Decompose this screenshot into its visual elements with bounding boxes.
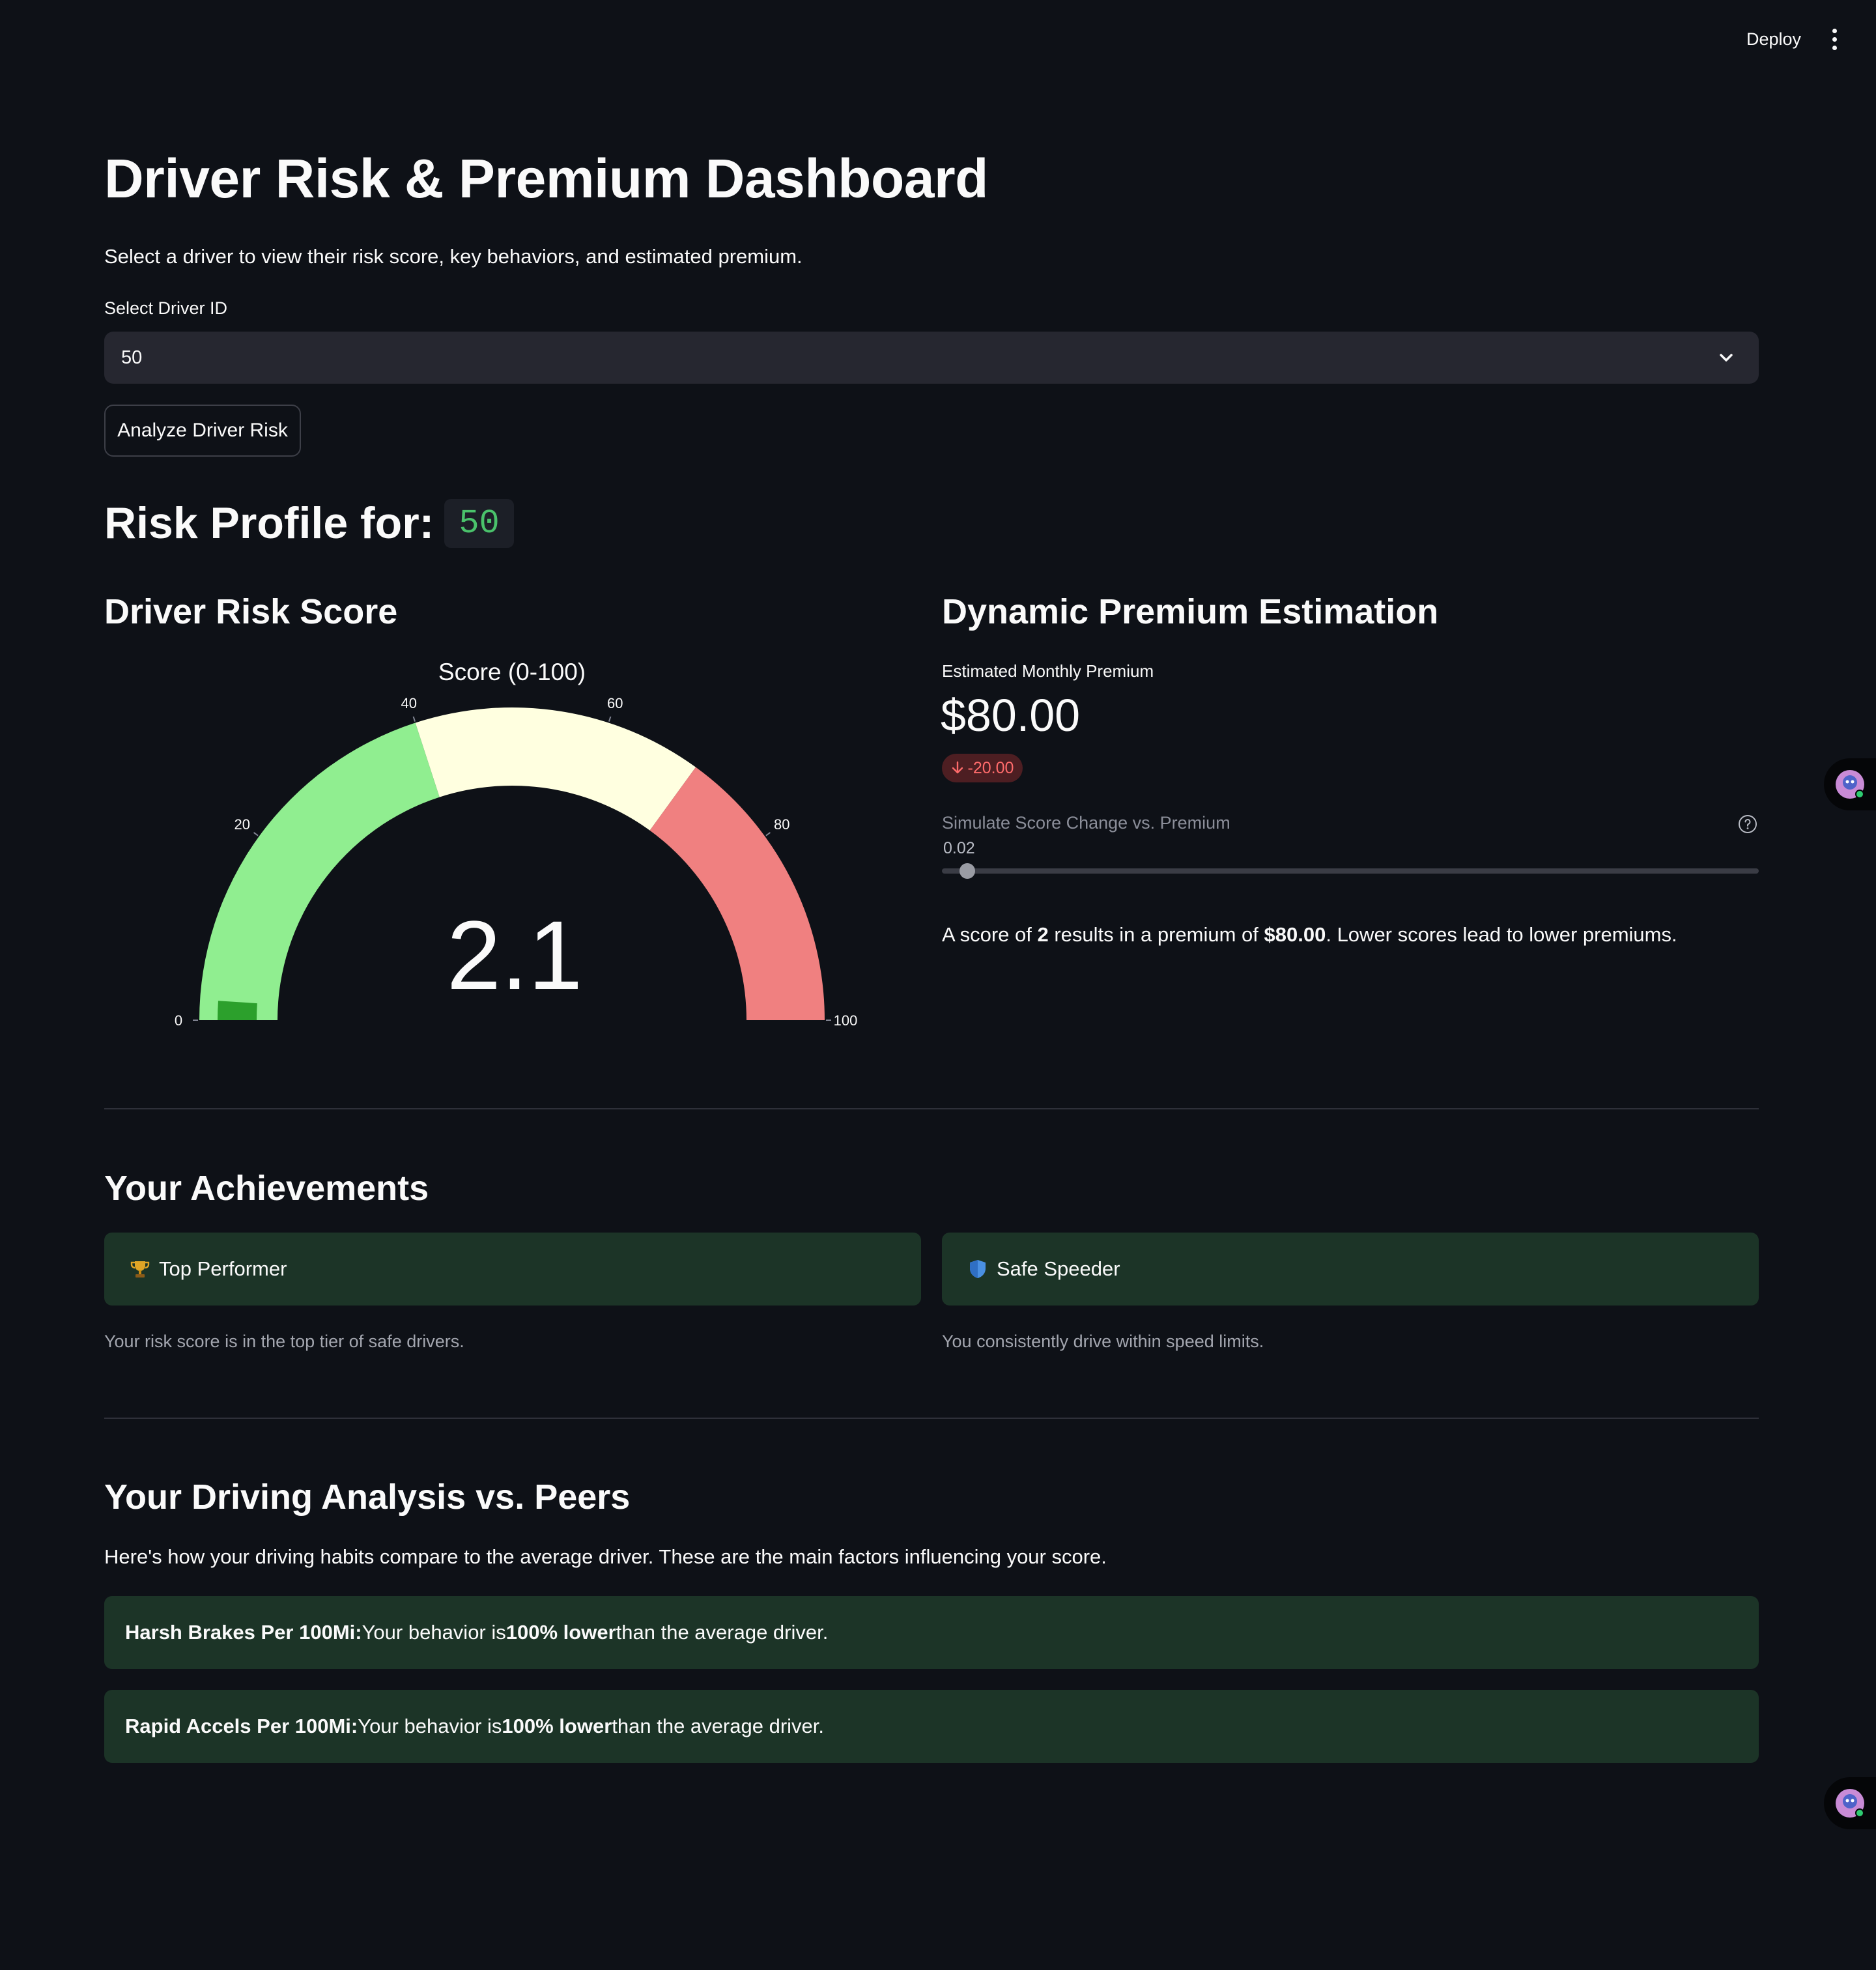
peer-text: Your behavior is xyxy=(362,1621,506,1644)
premium-summary-score: 2 xyxy=(1037,923,1049,946)
analyze-driver-risk-button[interactable]: Analyze Driver Risk xyxy=(104,405,301,457)
peer-text: than the average driver. xyxy=(616,1621,829,1644)
peers-intro: Here's how your driving habits compare t… xyxy=(104,1545,1107,1568)
peer-comparison-row: Rapid Accels Per 100Mi: Your behavior is… xyxy=(104,1690,1759,1763)
trophy-icon xyxy=(130,1261,150,1278)
premium-summary-text-2: results in a premium of xyxy=(1048,923,1264,946)
risk-profile-label: Risk Profile for: xyxy=(104,498,434,548)
section-divider xyxy=(104,1108,1759,1109)
achievement-caption: Your risk score is in the top tier of sa… xyxy=(104,1332,464,1351)
slider-thumb[interactable] xyxy=(959,863,975,879)
gauge-tick-mark xyxy=(253,832,259,836)
gauge-tick-label: 20 xyxy=(234,816,250,833)
gauge-tick-mark xyxy=(608,716,612,722)
achievement-card-top-performer: Top Performer xyxy=(104,1233,921,1306)
gauge-band-0 xyxy=(199,722,440,1020)
peer-comparison-row: Harsh Brakes Per 100Mi: Your behavior is… xyxy=(104,1596,1759,1669)
premium-summary-text-1: A score of xyxy=(942,923,1038,946)
page-subtitle: Select a driver to view their risk score… xyxy=(104,245,803,268)
peer-text: than the average driver. xyxy=(612,1715,824,1737)
driver-select-value: 50 xyxy=(121,347,143,368)
gauge-tick-label: 60 xyxy=(607,695,623,711)
achievement-title: Safe Speeder xyxy=(997,1257,1120,1280)
gauge-band-2 xyxy=(649,767,825,1020)
slider-value: 0.02 xyxy=(943,839,975,857)
achievement-caption: You consistently drive within speed limi… xyxy=(942,1332,1264,1351)
gauge-tick-label: 100 xyxy=(834,1012,858,1029)
gauge-tick-label: 0 xyxy=(175,1012,182,1029)
metric-value: $80.00 xyxy=(941,690,1081,741)
help-icon[interactable] xyxy=(1737,814,1758,835)
risk-gauge-chart: 0 20 40 60 80 100 Score (0-100) 2.1 xyxy=(175,659,858,1029)
metric-delta-value: -20.00 xyxy=(967,758,1014,777)
gauge-value: 2.1 xyxy=(447,900,583,1010)
gauge-band-1 xyxy=(415,707,696,831)
gauge-tick-mark xyxy=(412,716,416,722)
peer-metric-name: Rapid Accels Per 100Mi: xyxy=(125,1715,358,1737)
achievements-heading: Your Achievements xyxy=(104,1169,429,1208)
premium-summary-text-3: . Lower scores lead to lower premiums. xyxy=(1326,923,1677,946)
gauge-value-bar xyxy=(218,1001,257,1020)
arrow-down-icon xyxy=(952,761,963,774)
peers-analysis-heading: Your Driving Analysis vs. Peers xyxy=(104,1478,631,1517)
floating-avatar-button[interactable] xyxy=(1824,1777,1876,1829)
shield-icon xyxy=(970,1260,986,1278)
gauge-title: Score (0-100) xyxy=(438,659,586,685)
driver-select[interactable]: 50 xyxy=(104,332,1759,384)
premium-estimation-heading: Dynamic Premium Estimation xyxy=(942,592,1439,631)
section-divider xyxy=(104,1418,1759,1419)
risk-profile-heading: Risk Profile for: 50 xyxy=(104,498,514,549)
kebab-menu-icon[interactable] xyxy=(1821,25,1847,53)
page-title: Driver Risk & Premium Dashboard xyxy=(104,148,988,209)
chevron-down-icon xyxy=(1720,354,1733,362)
achievement-title: Top Performer xyxy=(159,1257,287,1280)
deploy-button[interactable]: Deploy xyxy=(1733,25,1815,53)
peer-text: Your behavior is xyxy=(358,1715,502,1737)
gauge-tick-label: 80 xyxy=(774,816,789,833)
gauge-tick-mark xyxy=(765,832,771,836)
driver-risk-score-heading: Driver Risk Score xyxy=(104,592,398,631)
peer-comparison-value: 100% lower xyxy=(505,1621,616,1644)
metric-delta-badge: -20.00 xyxy=(942,754,1023,782)
driver-id-code: 50 xyxy=(444,498,514,548)
premium-summary-amount: $80.00 xyxy=(1264,923,1326,946)
peer-comparison-value: 100% lower xyxy=(502,1715,612,1737)
driver-select-label: Select Driver ID xyxy=(104,298,228,318)
avatar-icon xyxy=(1836,770,1864,799)
premium-summary: A score of 2 results in a premium of $80… xyxy=(942,923,1677,947)
floating-avatar-button[interactable] xyxy=(1824,758,1876,810)
metric-label: Estimated Monthly Premium xyxy=(942,661,1154,681)
slider-track[interactable] xyxy=(942,868,1759,874)
achievement-card-safe-speeder: Safe Speeder xyxy=(942,1233,1759,1306)
peer-metric-name: Harsh Brakes Per 100Mi: xyxy=(125,1621,362,1644)
slider-label: Simulate Score Change vs. Premium xyxy=(942,813,1230,833)
avatar-icon xyxy=(1836,1789,1864,1818)
gauge-tick-label: 40 xyxy=(401,695,417,711)
